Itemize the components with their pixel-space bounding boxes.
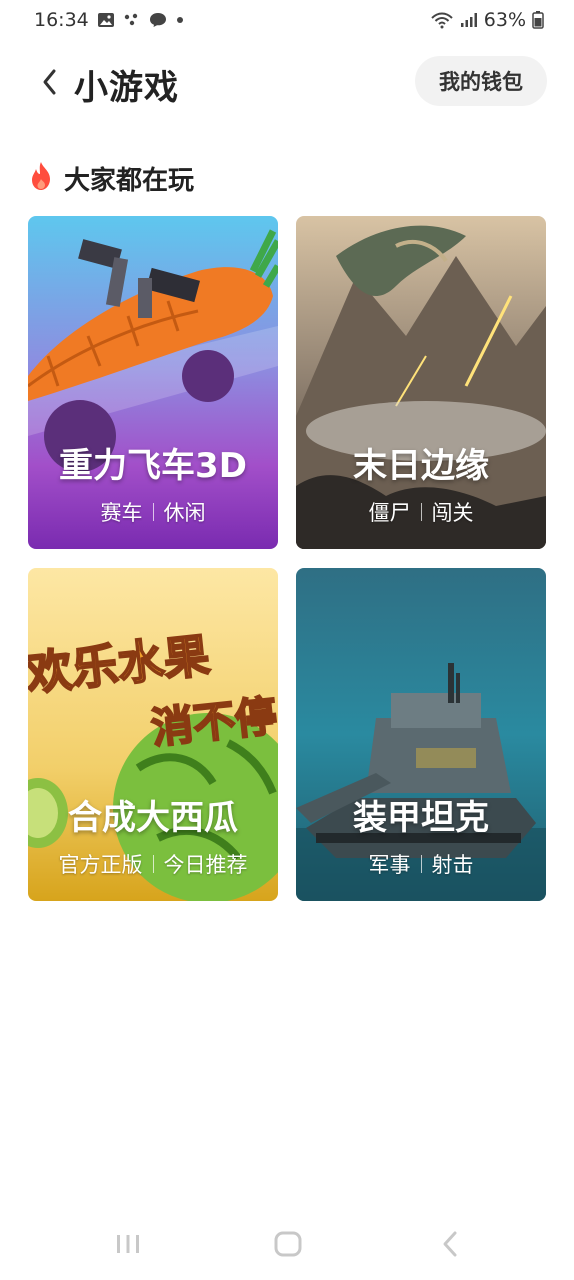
tag-divider	[152, 503, 154, 521]
wallet-button[interactable]: 我的钱包	[415, 56, 547, 106]
status-time: 16:34	[34, 9, 89, 31]
game-tag: 军事	[368, 853, 411, 877]
section-header: 大家都在玩	[28, 158, 194, 198]
game-tags: 官方正版 今日推荐	[28, 849, 278, 879]
game-title: 合成大西瓜	[68, 798, 238, 838]
tag-divider	[420, 503, 422, 521]
tag-divider	[420, 855, 422, 873]
app-header: 小游戏 我的钱包	[0, 52, 574, 112]
section-title: 大家都在玩	[64, 165, 195, 196]
game-tag: 官方正版	[58, 853, 143, 877]
status-bar: 16:34 63%	[0, 0, 574, 40]
game-tags: 军事 射击	[296, 849, 546, 879]
game-title: 装甲坦克	[353, 798, 489, 838]
signal-icon	[460, 12, 478, 28]
recent-apps-button[interactable]	[108, 1228, 148, 1260]
back-icon	[443, 1231, 457, 1257]
game-card[interactable]: 末日边缘 僵尸 闯关	[296, 216, 546, 549]
chat-icon	[149, 12, 167, 28]
battery-percent: 63%	[483, 9, 526, 31]
game-title: 末日边缘	[353, 446, 489, 486]
game-tag: 闯关	[431, 501, 474, 525]
home-button[interactable]	[268, 1228, 308, 1260]
game-tags: 赛车 休闲	[28, 497, 278, 527]
game-card[interactable]: 重力飞车3D 赛车 休闲	[28, 216, 278, 549]
game-tag: 僵尸	[368, 501, 411, 525]
recent-apps-icon	[117, 1235, 139, 1253]
fire-icon	[28, 161, 54, 195]
game-tags: 僵尸 闯关	[296, 497, 546, 527]
chevron-left-icon	[43, 69, 56, 95]
game-card[interactable]: 欢乐水果 消不停 合成大西瓜 官方正版 今日推荐	[28, 568, 278, 901]
back-button[interactable]	[34, 64, 64, 100]
page-title: 小游戏	[74, 68, 179, 108]
wifi-icon	[430, 11, 454, 29]
battery-icon	[532, 11, 544, 29]
nav-back-button[interactable]	[430, 1228, 470, 1260]
game-card[interactable]: 装甲坦克 军事 射击	[296, 568, 546, 901]
dots-icon	[123, 12, 141, 28]
game-title: 重力飞车3D	[59, 446, 247, 486]
game-tag: 赛车	[100, 501, 143, 525]
dot-icon	[175, 12, 185, 28]
game-tag: 射击	[431, 853, 474, 877]
game-tag: 休闲	[163, 501, 206, 525]
image-icon	[97, 12, 115, 28]
home-icon	[274, 1231, 302, 1257]
tag-divider	[152, 855, 154, 873]
game-tag: 今日推荐	[163, 853, 248, 877]
system-nav-bar	[0, 1214, 574, 1274]
